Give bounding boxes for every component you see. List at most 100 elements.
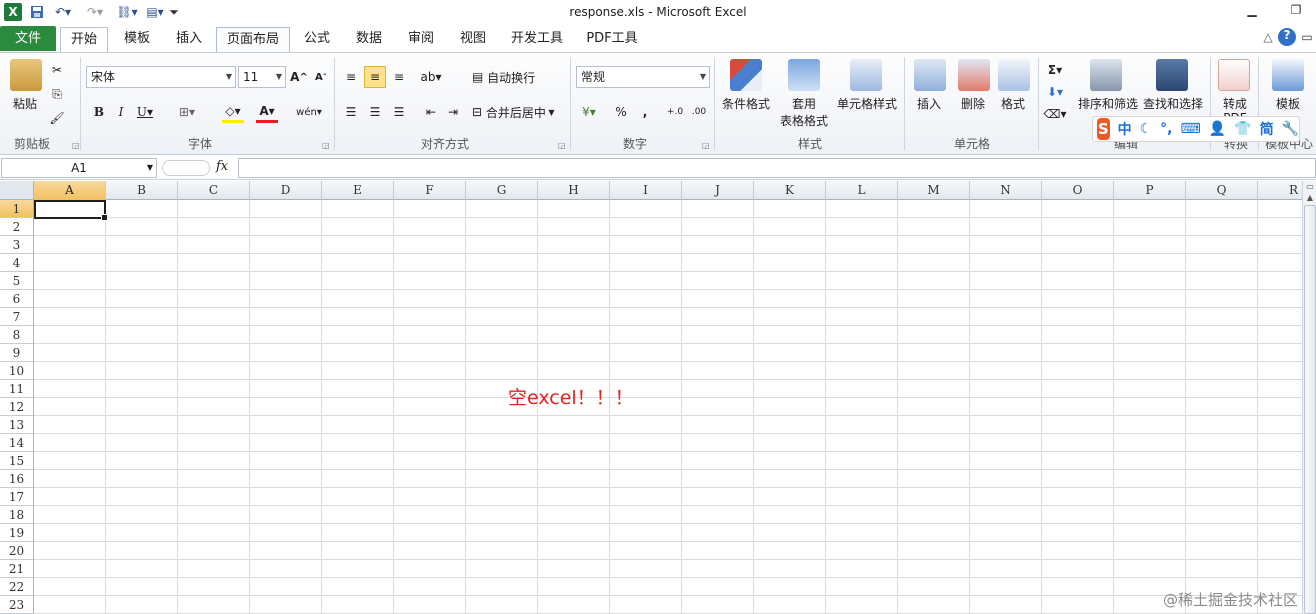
row-header-1[interactable]: 1 [0, 200, 34, 218]
fill-color-icon[interactable]: ◇▾ [222, 101, 244, 123]
user-icon[interactable]: 👤 [1209, 121, 1226, 137]
copy-icon[interactable]: ⎘ [46, 83, 68, 105]
keyboard-icon[interactable]: ⌨ [1180, 121, 1200, 137]
find-select-icon[interactable] [1156, 59, 1188, 91]
number-format-combo[interactable]: 常规 ▼ [576, 66, 710, 88]
row-header-22[interactable]: 22 [0, 578, 34, 596]
increase-decimal-icon[interactable]: +.0 [664, 101, 686, 123]
dialog-launcher-icon[interactable]: ◲ [72, 141, 80, 150]
insert-cells-icon[interactable] [914, 59, 946, 91]
ime-mode-toggle[interactable]: 中 [1118, 119, 1132, 139]
paste-button[interactable]: 粘贴 [6, 95, 44, 112]
template-icon[interactable] [1272, 59, 1304, 91]
punctuation-icon[interactable]: °, [1160, 121, 1172, 137]
delete-cells-icon[interactable] [958, 59, 990, 91]
column-header-r[interactable]: R [1258, 181, 1302, 200]
row-header-15[interactable]: 15 [0, 452, 34, 470]
row-header-4[interactable]: 4 [0, 254, 34, 272]
format-cells-button[interactable]: 格式 [992, 95, 1034, 112]
column-header-m[interactable]: M [898, 181, 970, 200]
align-middle-icon[interactable]: ≡ [364, 66, 386, 88]
split-box[interactable]: ▭ [1304, 182, 1316, 192]
column-header-k[interactable]: K [754, 181, 826, 200]
currency-icon[interactable]: ¥▾ [578, 101, 600, 123]
ime-logo-icon[interactable]: S [1097, 118, 1110, 140]
row-header-21[interactable]: 21 [0, 560, 34, 578]
cell-area[interactable] [34, 200, 1302, 614]
column-header-a[interactable]: A [34, 181, 106, 200]
minimize-ribbon-icon[interactable]: ▭ [1300, 30, 1314, 48]
wrench-icon[interactable]: 🔧 [1282, 121, 1299, 137]
phonetic-icon[interactable]: wén▾ [296, 101, 322, 123]
column-header-f[interactable]: F [394, 181, 466, 200]
row-header-11[interactable]: 11 [0, 380, 34, 398]
row-header-9[interactable]: 9 [0, 344, 34, 362]
orientation-icon[interactable]: ab▾ [420, 66, 442, 88]
align-center-icon[interactable]: ☰ [364, 101, 386, 123]
row-header-8[interactable]: 8 [0, 326, 34, 344]
ime-simplified-toggle[interactable]: 简 [1260, 119, 1274, 139]
bold-icon[interactable]: B [88, 101, 110, 123]
tab-page-layout[interactable]: 页面布局 [216, 27, 290, 52]
clear-icon[interactable]: ⌫▾ [1044, 103, 1067, 125]
tab-insert[interactable]: 插入 [166, 27, 212, 52]
row-header-13[interactable]: 13 [0, 416, 34, 434]
column-header-g[interactable]: G [466, 181, 538, 200]
align-top-icon[interactable]: ≡ [340, 66, 362, 88]
font-color-icon[interactable]: A▾ [256, 101, 278, 123]
wrap-text-button[interactable]: ▤ 自动换行 [472, 66, 535, 88]
column-header-j[interactable]: J [682, 181, 754, 200]
grow-font-icon[interactable]: A ^ [288, 66, 310, 88]
italic-icon[interactable]: I [110, 101, 132, 123]
skin-icon[interactable]: 👕 [1234, 121, 1251, 137]
format-as-table-icon[interactable] [788, 59, 820, 91]
row-header-17[interactable]: 17 [0, 488, 34, 506]
cut-icon[interactable]: ✂ [46, 59, 68, 81]
row-header-3[interactable]: 3 [0, 236, 34, 254]
row-header-14[interactable]: 14 [0, 434, 34, 452]
scroll-thumb[interactable] [1304, 205, 1316, 614]
decrease-decimal-icon[interactable]: .00 [688, 101, 710, 123]
shrink-font-icon[interactable]: Aˇ [310, 66, 332, 88]
row-header-10[interactable]: 10 [0, 362, 34, 380]
sort-filter-button[interactable]: 排序和筛选 [1076, 95, 1140, 112]
font-name-combo[interactable]: 宋体 ▼ [86, 66, 236, 88]
insert-cells-button[interactable]: 插入 [908, 95, 950, 112]
select-all-button[interactable] [0, 181, 34, 200]
format-as-table-line1[interactable]: 套用 [780, 95, 828, 112]
fill-icon[interactable]: ⬇▾ [1044, 81, 1066, 103]
delete-cells-button[interactable]: 删除 [952, 95, 994, 112]
column-header-l[interactable]: L [826, 181, 898, 200]
decrease-indent-icon[interactable]: ⇤ [420, 101, 442, 123]
row-header-16[interactable]: 16 [0, 470, 34, 488]
column-header-d[interactable]: D [250, 181, 322, 200]
template-button[interactable]: 模板 [1264, 95, 1312, 112]
column-header-i[interactable]: I [610, 181, 682, 200]
row-header-5[interactable]: 5 [0, 272, 34, 290]
vertical-scrollbar[interactable]: ▭ ▲ [1302, 181, 1316, 614]
tab-file[interactable]: 文件 [0, 26, 56, 51]
column-header-n[interactable]: N [970, 181, 1042, 200]
row-header-2[interactable]: 2 [0, 218, 34, 236]
format-painter-icon[interactable]: 🖌 [46, 107, 68, 129]
column-header-o[interactable]: O [1042, 181, 1114, 200]
column-header-p[interactable]: P [1114, 181, 1186, 200]
find-select-button[interactable]: 查找和选择 [1142, 95, 1204, 112]
paste-icon[interactable] [10, 59, 42, 91]
help-icon[interactable]: ? [1278, 28, 1296, 46]
row-header-19[interactable]: 19 [0, 524, 34, 542]
convert-pdf-button[interactable]: 转成 [1216, 95, 1254, 112]
sort-filter-icon[interactable] [1090, 59, 1122, 91]
cell-styles-button[interactable]: 单元格样式 [834, 95, 900, 112]
row-header-18[interactable]: 18 [0, 506, 34, 524]
row-header-20[interactable]: 20 [0, 542, 34, 560]
comma-button[interactable]: , [634, 101, 656, 123]
merge-center-button[interactable]: ⊟ 合并后居中 ▼ [472, 101, 555, 123]
align-bottom-icon[interactable]: ≡ [388, 66, 410, 88]
align-left-icon[interactable]: ☰ [340, 101, 362, 123]
tab-home[interactable]: 开始 [60, 27, 108, 52]
increase-indent-icon[interactable]: ⇥ [442, 101, 464, 123]
restore-icon[interactable]: ❐ [1286, 3, 1306, 21]
row-header-7[interactable]: 7 [0, 308, 34, 326]
conditional-format-icon[interactable] [730, 59, 762, 91]
